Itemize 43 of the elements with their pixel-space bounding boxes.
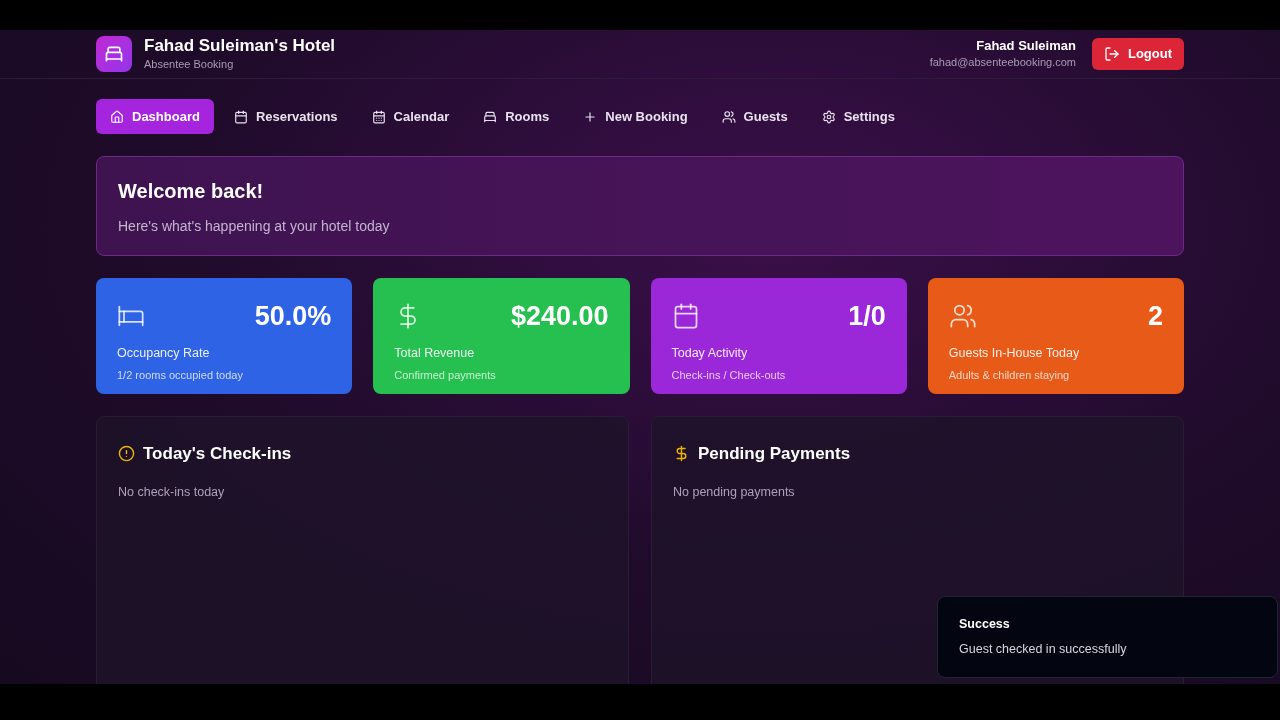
stat-label: Today Activity [671, 345, 749, 362]
welcome-title: Welcome back! [118, 178, 265, 204]
nav-tab[interactable]: New Booking [569, 99, 702, 134]
toast-title: Success [959, 616, 1011, 634]
bed-icon [104, 44, 124, 64]
settings-icon [821, 109, 836, 124]
panel-title: Pending Payments [698, 443, 851, 465]
logout-icon [1103, 46, 1120, 62]
bed-icon [483, 109, 498, 124]
stat-note: Confirmed payments [394, 367, 497, 383]
nav-tab[interactable]: Calendar [357, 99, 464, 134]
logout-button[interactable]: Logout [1091, 38, 1184, 70]
stat-note: Check-ins / Check-outs [671, 367, 787, 383]
users-icon [721, 109, 736, 124]
stat-note: 1/2 rooms occupied today [117, 367, 244, 383]
calendar-icon [233, 109, 248, 124]
empty-message: No pending payments [673, 483, 796, 501]
user-email: fahad@absenteebooking.com [929, 55, 1076, 70]
nav-tab[interactable]: Dashboard [96, 99, 214, 134]
stat-value: 2 [1147, 300, 1163, 332]
user-name: Fahad Suleiman [976, 38, 1076, 54]
toast-message: Guest checked in successfully [959, 641, 1128, 658]
home-icon [110, 109, 124, 124]
nav-tab[interactable]: Guests [707, 99, 802, 134]
nav-tab[interactable]: Reservations [219, 99, 352, 134]
hotel-name: Fahad Suleiman's Hotel [144, 36, 336, 56]
alert-icon [118, 445, 135, 463]
app-subtitle: Absentee Booking [144, 57, 235, 72]
welcome-text: Here's what's happening at your hotel today [118, 216, 391, 236]
stat-label: Occupancy Rate [117, 345, 211, 362]
nav-tab[interactable]: Settings [807, 99, 909, 134]
stat-value: $240.00 [510, 300, 609, 332]
panel-title: Today's Check-ins [143, 443, 292, 465]
calendar-icon [371, 109, 386, 124]
users-icon [948, 302, 977, 330]
stat-value: 1/0 [848, 300, 886, 332]
stat-note: Adults & children staying [948, 367, 1071, 383]
stat-label: Total Revenue [394, 345, 476, 362]
plus-icon [583, 109, 598, 124]
empty-message: No check-ins today [118, 483, 226, 501]
nav-tab[interactable]: Rooms [469, 99, 564, 134]
stat-value: 50.0% [254, 300, 332, 332]
stat-label: Guests In-House Today [948, 345, 1081, 362]
